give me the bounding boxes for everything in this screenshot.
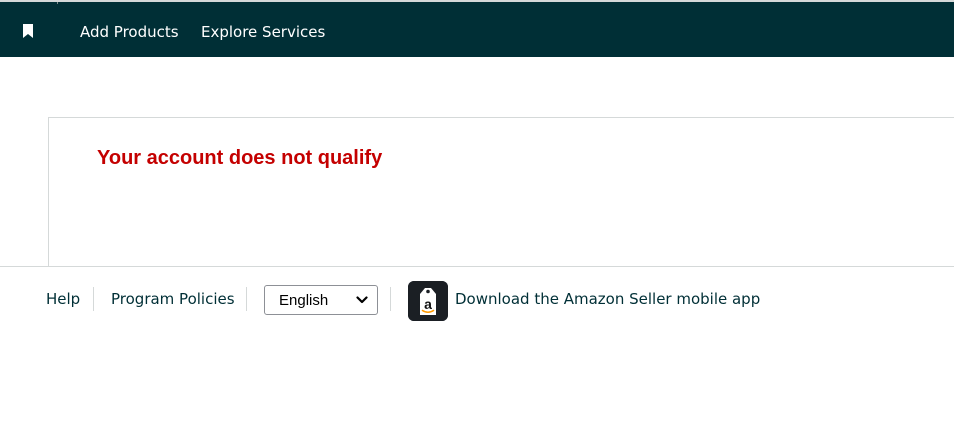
message-panel: Your account does not qualify [48,117,954,267]
shopping-tag-icon: a [408,281,448,321]
bookmark-icon[interactable] [22,24,34,38]
amazon-seller-app-icon[interactable]: a [408,281,448,321]
nav-divider [57,2,58,4]
footer-separator [390,287,391,311]
language-selected-value: English [279,292,329,309]
footer-separator [93,287,94,311]
nav-add-products[interactable]: Add Products [80,22,179,42]
chevron-down-icon [356,296,368,304]
help-link[interactable]: Help [46,289,80,309]
footer-separator [246,287,247,311]
ineligible-message: Your account does not qualify [97,147,383,169]
nav-explore-services[interactable]: Explore Services [201,22,325,42]
svg-text:a: a [424,296,432,312]
program-policies-link[interactable]: Program Policies [111,289,235,309]
footer-divider [0,266,954,267]
top-navigation-bar: Add Products Explore Services [0,0,954,57]
language-select[interactable]: English [264,285,378,315]
download-app-link[interactable]: Download the Amazon Seller mobile app [455,289,760,309]
